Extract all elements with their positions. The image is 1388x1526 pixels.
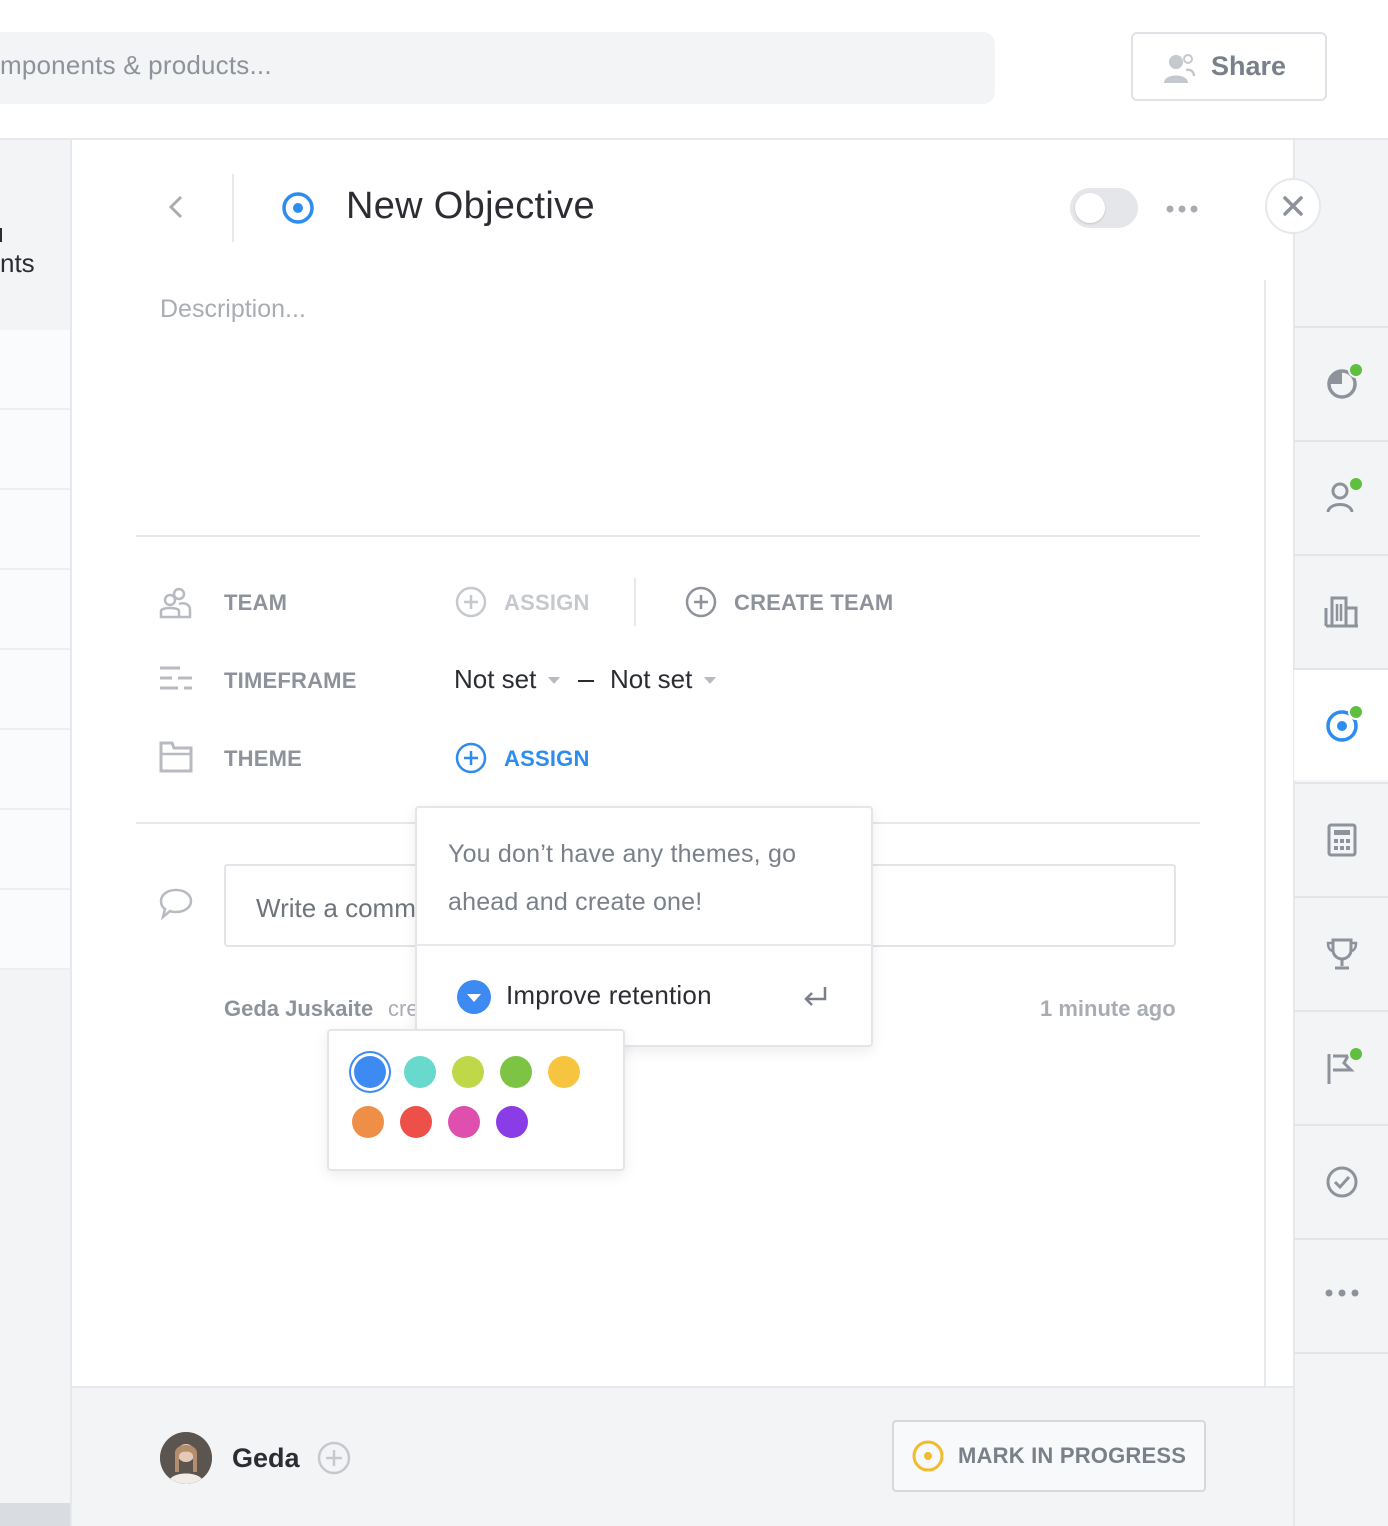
activity-timestamp: 1 minute ago <box>1040 996 1176 1021</box>
new-theme-name: Improve retention <box>506 980 712 1010</box>
status-dot <box>1348 476 1364 492</box>
description-input[interactable]: Description... <box>160 295 306 324</box>
add-owner-icon[interactable] <box>316 1440 352 1476</box>
toggle-knob <box>1075 193 1105 223</box>
search-placeholder: mponents & products... <box>0 50 272 80</box>
left-scrollbar[interactable] <box>0 1503 70 1526</box>
theme-folder-icon <box>159 741 193 773</box>
chevron-down-icon <box>704 677 716 684</box>
status-dot <box>1348 704 1364 720</box>
close-button[interactable] <box>1265 178 1321 234</box>
color-swatch-purple[interactable] <box>496 1106 528 1138</box>
left-list-row[interactable] <box>0 890 70 970</box>
theme-color-dropdown-icon[interactable] <box>456 979 492 1015</box>
popup-divider <box>416 944 872 946</box>
trophy-icon <box>1326 938 1358 970</box>
color-swatch-green[interactable] <box>500 1056 532 1088</box>
left-sidebar-text: nts <box>0 248 35 278</box>
rail-item-organization[interactable] <box>1294 554 1388 666</box>
timeframe-label: TIMEFRAME <box>224 668 357 693</box>
comment-bubble-icon <box>159 888 193 921</box>
color-picker <box>327 1029 625 1171</box>
enter-return-icon <box>804 987 827 1006</box>
team-assign-button[interactable]: ASSIGN <box>454 584 604 620</box>
timeframe-start-value: Not set <box>454 664 537 694</box>
timeframe-end-dropdown[interactable]: Not set <box>610 662 720 698</box>
objective-title[interactable]: New Objective <box>346 185 595 228</box>
team-separator <box>634 578 636 626</box>
status-dot <box>1348 362 1364 378</box>
left-text-fragment <box>0 228 2 242</box>
left-list-row[interactable] <box>0 490 70 570</box>
color-swatch-blue[interactable] <box>354 1056 386 1088</box>
owner-name: Geda <box>232 1443 300 1473</box>
in-progress-status-icon <box>912 1440 944 1472</box>
timeframe-end-value: Not set <box>610 664 693 694</box>
team-icon <box>159 587 192 619</box>
avatar-portrait-icon <box>160 1432 212 1484</box>
color-swatch-yellow[interactable] <box>548 1056 580 1088</box>
header-divider <box>232 174 234 242</box>
range-dash <box>578 680 594 682</box>
objective-target-icon <box>282 192 314 224</box>
calculator-icon <box>1327 823 1357 857</box>
close-icon <box>1283 196 1303 216</box>
create-team-button[interactable]: CREATE TEAM <box>684 584 904 620</box>
rail-item-people[interactable] <box>1294 440 1388 552</box>
left-list-row[interactable] <box>0 410 70 490</box>
more-options-icon[interactable] <box>1165 203 1199 215</box>
timeframe-start-dropdown[interactable]: Not set <box>454 662 564 698</box>
check-icon <box>1326 1166 1358 1198</box>
activity-text: cre <box>388 996 419 1021</box>
share-label: Share <box>1211 51 1287 81</box>
panel-scroll-track <box>1264 280 1266 1386</box>
color-swatch-lime[interactable] <box>452 1056 484 1088</box>
avatar[interactable] <box>160 1432 212 1484</box>
more-icon <box>1325 1289 1359 1297</box>
create-team-label: CREATE TEAM <box>734 590 894 615</box>
theme-label: THEME <box>224 746 302 771</box>
rail-item-calculator[interactable] <box>1294 782 1388 894</box>
rail-item-tasks[interactable] <box>1294 1124 1388 1236</box>
left-list-row[interactable] <box>0 810 70 890</box>
plus-circle-icon <box>455 742 487 774</box>
mark-in-progress-label: MARK IN PROGRESS <box>958 1443 1187 1468</box>
share-users-icon <box>1164 54 1196 83</box>
theme-assign-label: ASSIGN <box>504 746 590 771</box>
theme-assign-button[interactable]: ASSIGN <box>454 740 604 776</box>
left-list-row[interactable] <box>0 570 70 650</box>
comment-placeholder: Write a comm <box>256 893 416 923</box>
divider <box>136 535 1200 537</box>
team-label: TEAM <box>224 590 288 615</box>
left-list-row[interactable] <box>0 730 70 810</box>
team-assign-label: ASSIGN <box>504 590 590 615</box>
rail-item-more[interactable] <box>1294 1238 1388 1354</box>
rail-item-milestones[interactable] <box>1294 1010 1388 1122</box>
left-list-row[interactable] <box>0 650 70 730</box>
activity-user[interactable]: Geda Juskaite <box>224 996 373 1022</box>
color-swatch-teal[interactable] <box>404 1056 436 1088</box>
building-icon <box>1324 596 1358 628</box>
plus-circle-icon <box>455 586 487 618</box>
color-swatch-pink[interactable] <box>448 1106 480 1138</box>
rail-item-progress[interactable] <box>1294 326 1388 438</box>
rail-item-objective[interactable] <box>1294 668 1388 780</box>
color-swatch-orange[interactable] <box>352 1106 384 1138</box>
chevron-down-icon <box>548 677 560 684</box>
back-chevron-icon[interactable] <box>166 194 186 220</box>
plus-circle-icon <box>685 586 717 618</box>
left-list-row[interactable] <box>0 330 70 410</box>
rail-item-achievements[interactable] <box>1294 896 1388 1008</box>
status-dot <box>1348 1046 1364 1062</box>
color-swatch-red[interactable] <box>400 1106 432 1138</box>
timeframe-icon <box>160 666 192 690</box>
theme-popup-message: You don’t have any themes, go ahead and … <box>448 840 797 916</box>
